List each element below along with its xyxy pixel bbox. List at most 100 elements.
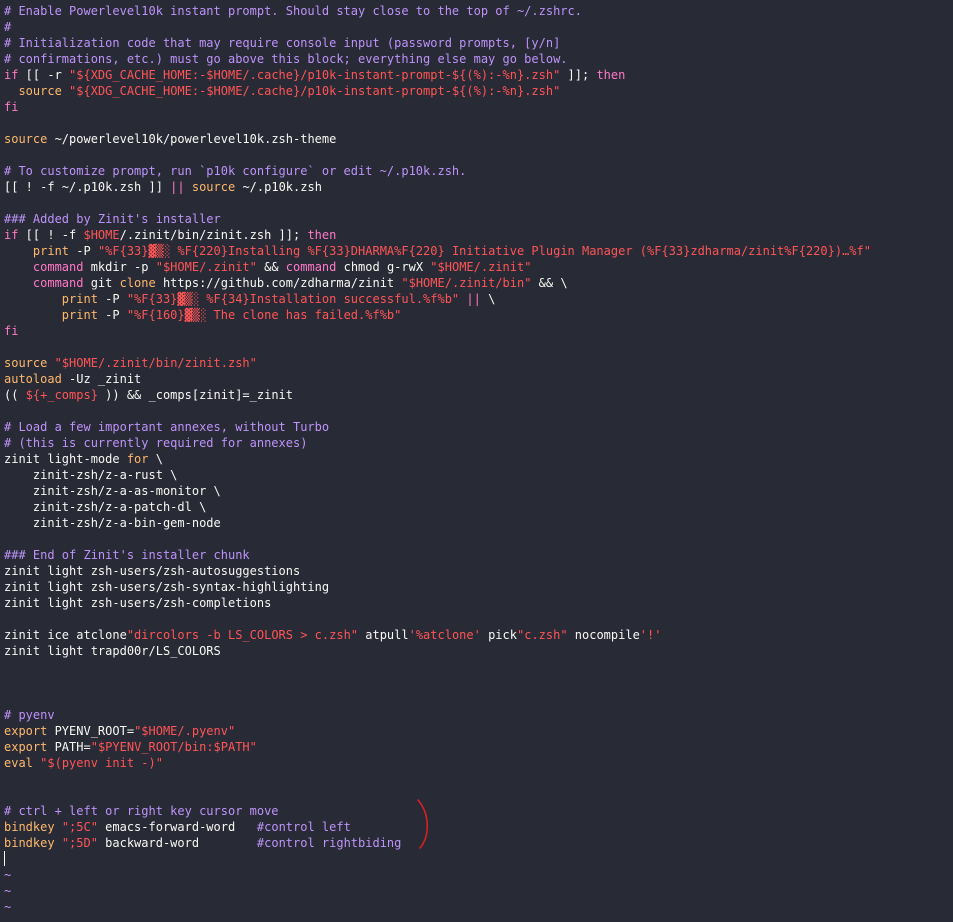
code-line[interactable]: export PYENV_ROOT="$HOME/.pyenv" [4,723,235,739]
code-token-tilde: ~ [4,884,12,898]
code-token-comment: #control left [256,820,351,834]
code-token-keyword: fi [4,100,19,114]
code-token-string: "$HOME/.zinit" [155,260,257,274]
code-line[interactable]: fi [4,99,18,115]
code-token-string: "$(pyenv init -)" [40,756,163,770]
code-token-tilde: ~ [4,868,12,882]
code-line[interactable]: zinit-zsh/z-a-patch-dl \ [4,499,206,515]
code-token-comment: ### End of Zinit's installer chunk [4,548,250,562]
code-token-comment: # To customize prompt, run `p10k configu… [4,164,467,178]
code-token-keyword: command [32,276,84,290]
code-token-builtin: autoload [4,372,62,386]
code-token-string: "$HOME/.zinit" [430,260,532,274]
code-line[interactable]: # (this is currently required for annexe… [4,435,307,451]
code-token-plain: [[ ! -f [18,228,84,242]
code-token-comment: # (this is currently required for annexe… [4,436,308,450]
code-token-plain: zinit-zsh/z-a-as-monitor \ [4,484,221,498]
code-line[interactable]: zinit light zsh-users/zsh-autosuggestion… [4,563,300,579]
code-token-plain: -P [97,308,127,322]
code-line[interactable]: # [4,19,11,35]
code-line[interactable]: zinit light-mode for \ [4,451,163,467]
code-line[interactable]: zinit-zsh/z-a-bin-gem-node [4,515,221,531]
code-token-string: "c.zsh" [516,628,568,642]
code-token-builtin: clone [119,276,156,290]
code-line[interactable]: # To customize prompt, run `p10k configu… [4,163,466,179]
code-token-plain: nocompile [567,628,640,642]
code-line[interactable]: command mkdir -p "$HOME/.zinit" && comma… [4,259,532,275]
code-token-plain: -P [97,292,127,306]
code-line[interactable]: # Enable Powerlevel10k instant prompt. S… [4,3,582,19]
code-line[interactable]: eval "$(pyenv init -)" [4,755,163,771]
code-token-builtin: for [126,452,149,466]
code-token-plain: zinit light-mode [4,452,127,466]
code-token-plain: ~/.p10k.zsh [235,180,322,194]
code-line[interactable]: print -P "%F{160}▓▒░ The clone has faile… [4,307,402,323]
code-token-builtin: source [191,180,236,194]
code-editor[interactable]: # Enable Powerlevel10k instant prompt. S… [0,0,953,922]
code-line[interactable]: zinit light zsh-users/zsh-completions [4,595,271,611]
code-line[interactable]: (( ${+_comps} )) && _comps[zinit]=_zinit [4,387,293,403]
code-line[interactable]: # ctrl + left or right key cursor move [4,803,279,819]
code-token-comment: # pyenv [4,708,55,722]
code-line[interactable]: zinit light zsh-users/zsh-syntax-highlig… [4,579,329,595]
code-line[interactable]: ### End of Zinit's installer chunk [4,547,250,563]
code-line[interactable]: zinit light trapd00r/LS_COLORS [4,643,221,659]
code-token-keyword: fi [4,324,19,338]
code-line[interactable]: [[ ! -f ~/.p10k.zsh ]] || source ~/.p10k… [4,179,322,195]
code-token-plain: atpull [358,628,409,642]
code-token-comment: #control rightbiding [256,836,402,850]
empty-line-marker[interactable]: ~ [4,899,11,915]
code-token-plain: chmod g-rwX [336,260,431,274]
code-line[interactable]: # Initialization code that may require c… [4,35,560,51]
code-line[interactable]: export PATH="$PYENV_ROOT/bin:$PATH" [4,739,257,755]
code-line[interactable]: command git clone https://github.com/zdh… [4,275,568,291]
code-token-plain: pick [480,628,517,642]
code-line[interactable]: autoload -Uz _zinit [4,371,141,387]
code-token-comment: ### Added by Zinit's installer [4,212,221,226]
code-token-plain: zinit light zsh-users/zsh-completions [4,596,272,610]
code-line[interactable]: print -P "%F{33}▓▒░ %F{220}Installing %F… [4,243,871,259]
code-line[interactable]: bindkey ";5C" emacs-forward-word #contro… [4,819,351,835]
code-token-plain: zinit ice atclone [4,628,127,642]
code-line[interactable]: fi [4,323,18,339]
code-line[interactable]: # Load a few important annexes, without … [4,419,329,435]
code-token-string: "${XDG_CACHE_HOME:-$HOME/.cache}/p10k-in… [69,84,561,98]
code-token-plain: backward-word [97,836,257,850]
code-line[interactable]: if [[ ! -f $HOME/.zinit/bin/zinit.zsh ]]… [4,227,336,243]
code-token-builtin: source [4,356,48,370]
code-token-plain: -Uz _zinit [61,372,142,386]
code-line[interactable]: print -P "%F{33}▓▒░ %F{34}Installation s… [4,291,496,307]
code-token-plain: zinit light zsh-users/zsh-autosuggestion… [4,564,301,578]
code-token-builtin: source [18,84,62,98]
code-token-plain: zinit light zsh-users/zsh-syntax-highlig… [4,580,330,594]
code-line[interactable]: zinit ice atclone"dircolors -b LS_COLORS… [4,627,661,643]
code-token-builtin: export [4,740,48,754]
code-token-string: "$HOME/.pyenv" [134,724,236,738]
code-token-comment: # ctrl + left or right key cursor move [4,804,279,818]
code-line[interactable]: if [[ -r "${XDG_CACHE_HOME:-$HOME/.cache… [4,67,625,83]
code-token-tilde: ~ [4,900,12,914]
code-token-keyword: then [307,228,337,242]
code-line[interactable]: bindkey ";5D" backward-word #control rig… [4,835,401,851]
code-token-string: "%F{33}▓▒░ %F{34}Installation successful… [126,292,460,306]
code-line[interactable]: source "${XDG_CACHE_HOME:-$HOME/.cache}/… [4,83,560,99]
empty-line-marker[interactable]: ~ [4,867,11,883]
code-line[interactable]: zinit-zsh/z-a-rust \ [4,467,178,483]
code-line[interactable]: ### Added by Zinit's installer [4,211,221,227]
code-line[interactable]: zinit-zsh/z-a-as-monitor \ [4,483,221,499]
empty-line-marker[interactable]: ~ [4,883,11,899]
code-token-plain: emacs-forward-word [97,820,257,834]
code-token-comment: # Load a few important annexes, without … [4,420,330,434]
code-line[interactable]: # confirmations, etc.) must go above thi… [4,51,568,67]
code-line[interactable]: # pyenv [4,707,55,723]
code-line[interactable]: source ~/powerlevel10k/powerlevel10k.zsh… [4,131,336,147]
code-token-string: '%atclone' [408,628,481,642]
code-token-builtin: bindkey [4,820,55,834]
code-token-keyword: then [596,68,626,82]
code-line[interactable]: source "$HOME/.zinit/bin/zinit.zsh" [4,355,257,371]
